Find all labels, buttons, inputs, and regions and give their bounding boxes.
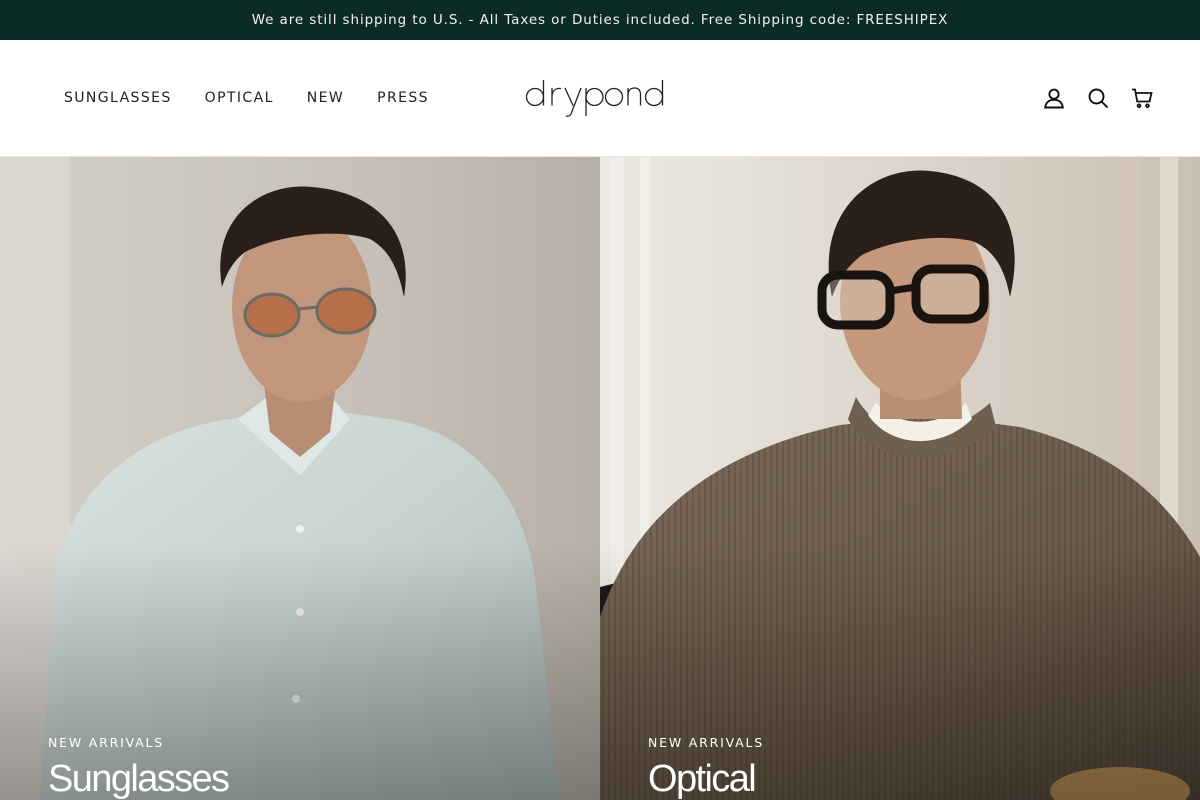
- nav-item-optical[interactable]: OPTICAL: [205, 90, 274, 106]
- hero-sunglasses-image: [0, 157, 600, 800]
- hero-optical-caption: NEW ARRIVALS Optical: [648, 735, 764, 800]
- hero-sunglasses-caption: NEW ARRIVALS Sunglasses: [48, 735, 230, 800]
- site-header: SUNGLASSES OPTICAL NEW PRESS: [0, 40, 1200, 157]
- announcement-text: We are still shipping to U.S. - All Taxe…: [251, 12, 949, 28]
- hero-sunglasses[interactable]: NEW ARRIVALS Sunglasses: [0, 157, 600, 800]
- hero-optical-eyebrow: NEW ARRIVALS: [648, 735, 764, 750]
- hero-sunglasses-title[interactable]: Sunglasses: [48, 756, 230, 800]
- announcement-bar: We are still shipping to U.S. - All Taxe…: [0, 0, 1200, 40]
- account-icon[interactable]: [1042, 86, 1066, 110]
- nav-item-sunglasses[interactable]: SUNGLASSES: [64, 90, 172, 106]
- cart-icon[interactable]: [1130, 86, 1154, 110]
- header-actions: [1042, 40, 1154, 156]
- search-icon[interactable]: [1086, 86, 1110, 110]
- brand-logo[interactable]: [522, 74, 680, 122]
- hero-optical-image: [600, 157, 1200, 800]
- hero-optical[interactable]: NEW ARRIVALS Optical: [600, 157, 1200, 800]
- nav-item-press[interactable]: PRESS: [377, 90, 429, 106]
- nav-item-new[interactable]: NEW: [307, 90, 344, 106]
- hero-optical-title[interactable]: Optical: [648, 756, 764, 800]
- hero-sunglasses-eyebrow: NEW ARRIVALS: [48, 735, 164, 750]
- main-nav: SUNGLASSES OPTICAL NEW PRESS: [64, 40, 429, 156]
